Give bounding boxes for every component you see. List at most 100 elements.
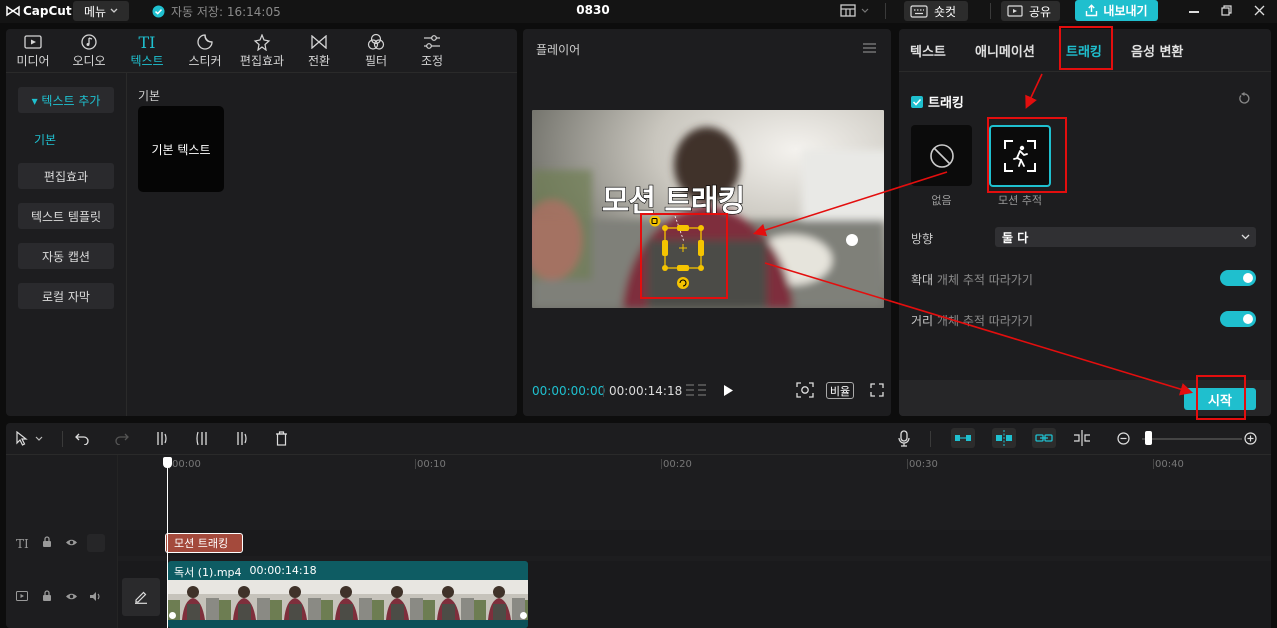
menu-button-label: 메뉴 (83, 4, 107, 19)
auto-snap-button[interactable] (992, 428, 1016, 448)
ruler-label: 00:40 (1155, 459, 1184, 470)
zoom-slider-track[interactable] (1142, 438, 1242, 440)
audio-waveform-strip (168, 620, 528, 628)
playhead-line[interactable] (167, 467, 168, 628)
chevron-down-icon (35, 436, 43, 441)
speaker-icon[interactable] (89, 591, 102, 602)
tab-effects[interactable]: 편집효과 (233, 32, 291, 72)
tab-filter[interactable]: 필터 (356, 32, 396, 72)
project-title: 0830 (576, 3, 610, 17)
video-thumbnails (168, 580, 528, 620)
direction-select[interactable]: 둘 다 (995, 227, 1256, 247)
video-track-icon (16, 591, 28, 601)
record-voice-button[interactable] (898, 430, 910, 447)
sidebar-item-auto-caption[interactable]: 자동 캡션 (18, 243, 114, 269)
text-icon: TI (138, 32, 156, 52)
tab-media[interactable]: 미디어 (13, 32, 53, 72)
fullscreen-button[interactable] (870, 383, 884, 397)
text-clip[interactable]: 모션 트래킹 (165, 533, 243, 553)
menu-button[interactable]: 메뉴 (73, 1, 129, 21)
annotation-box-motion-option (987, 117, 1067, 193)
timeline-toolbar-divider (6, 454, 1271, 455)
preview-axis-button[interactable] (1073, 430, 1091, 446)
tab-text[interactable]: TI 텍스트 (125, 32, 169, 72)
edit-cover-button[interactable] (122, 578, 160, 616)
reset-button[interactable] (1238, 92, 1251, 105)
clip-left-handle[interactable] (169, 612, 176, 619)
tab-sticker[interactable]: 스티커 (184, 32, 226, 72)
clip-right-handle[interactable] (520, 612, 527, 619)
transition-icon (311, 35, 327, 49)
video-clip[interactable]: 독서 (1).mp4 00:00:14:18 (168, 561, 528, 628)
eye-icon[interactable] (65, 538, 78, 547)
tracking-option-none[interactable] (911, 125, 972, 186)
tab-voice-conversion[interactable]: 음성 변환 (1131, 41, 1183, 60)
sidebar-item-add-text[interactable]: ▾ 텍스트 추가 (18, 87, 114, 113)
redo-button[interactable] (115, 432, 129, 445)
tab-adjust[interactable]: 조정 (412, 32, 452, 72)
sidebar-item-local-caption[interactable]: 로컬 자막 (18, 283, 114, 309)
lock-icon[interactable] (42, 536, 52, 548)
tracking-checkbox[interactable]: 트래킹 (911, 92, 964, 111)
linkage-button[interactable] (1032, 428, 1056, 448)
delete-button[interactable] (275, 431, 288, 446)
preview-axis-icon (1074, 430, 1090, 446)
ruler-label: 00:30 (909, 459, 938, 470)
fit-view-button[interactable] (796, 382, 814, 398)
text-track (118, 530, 1271, 556)
player-title: 플레이어 (536, 43, 581, 57)
zoom-slider-handle[interactable] (1145, 431, 1152, 445)
shortcut-label: 숏컷 (934, 4, 957, 19)
sidebar-item-effects[interactable]: 편집효과 (18, 163, 114, 189)
trim-right-button[interactable] (235, 431, 249, 446)
restore-icon[interactable] (1221, 5, 1232, 16)
main-track-magnet-button[interactable] (951, 428, 975, 448)
tab-sticker-label: 스티커 (188, 54, 222, 68)
sidebar-item-basic[interactable]: 기본 (34, 131, 56, 148)
distance-follow-toggle[interactable] (1220, 311, 1256, 327)
lock-icon[interactable] (42, 590, 52, 602)
text-clip-label: 모션 트래킹 (174, 537, 229, 550)
select-tool-button[interactable] (15, 431, 43, 446)
current-time: 00:00:00:00 (532, 384, 606, 398)
tab-audio-label: 오디오 (72, 54, 106, 68)
trim-right-icon (237, 432, 247, 445)
export-button[interactable]: 내보내기 (1075, 0, 1158, 21)
audio-icon (81, 34, 97, 50)
check-circle-icon (152, 5, 165, 18)
tab-audio[interactable]: 오디오 (69, 32, 109, 72)
zoom-in-button[interactable] (1244, 432, 1257, 445)
tab-text-properties[interactable]: 텍스트 (910, 41, 946, 60)
app-logo: CapCut (6, 4, 72, 18)
ruler-tick (415, 459, 416, 469)
player-menu-icon[interactable] (863, 43, 876, 53)
shortcut-button[interactable]: 숏컷 (904, 1, 968, 21)
play-button[interactable] (723, 384, 734, 397)
ratio-button[interactable]: 비율 (826, 382, 854, 399)
upload-icon (1086, 4, 1098, 17)
timeline-grid-icon[interactable] (685, 383, 707, 397)
sidebar-item-templates[interactable]: 텍스트 템플릿 (18, 203, 114, 229)
close-icon[interactable] (1254, 5, 1265, 16)
share-button[interactable]: 공유 (1001, 1, 1060, 21)
video-clip-name: 독서 (1).mp4 (174, 566, 242, 579)
split-button[interactable] (155, 431, 169, 446)
default-text-preset[interactable]: 기본 텍스트 (138, 106, 224, 192)
autosave-text: 자동 저장: 16:14:05 (171, 5, 281, 19)
scale-follow-toggle[interactable] (1220, 270, 1256, 286)
effects-sparkle-icon (253, 33, 271, 51)
autosave-status: 자동 저장: 16:14:05 (152, 3, 281, 20)
tab-animation[interactable]: 애니메이션 (975, 41, 1035, 60)
capcut-logo-icon (6, 5, 20, 17)
undo-button[interactable] (75, 432, 89, 445)
tab-filter-label: 필터 (364, 54, 388, 68)
eye-icon[interactable] (65, 592, 78, 601)
default-text-preset-label: 기본 텍스트 (151, 142, 211, 157)
minimize-icon[interactable] (1189, 11, 1199, 13)
chevron-down-icon (1241, 234, 1250, 240)
ruler-label: 00:00 (172, 459, 201, 470)
trim-left-button[interactable] (195, 431, 209, 446)
tab-transition[interactable]: 전환 (299, 32, 339, 72)
layout-button[interactable] (840, 4, 869, 17)
zoom-out-button[interactable] (1117, 432, 1130, 445)
